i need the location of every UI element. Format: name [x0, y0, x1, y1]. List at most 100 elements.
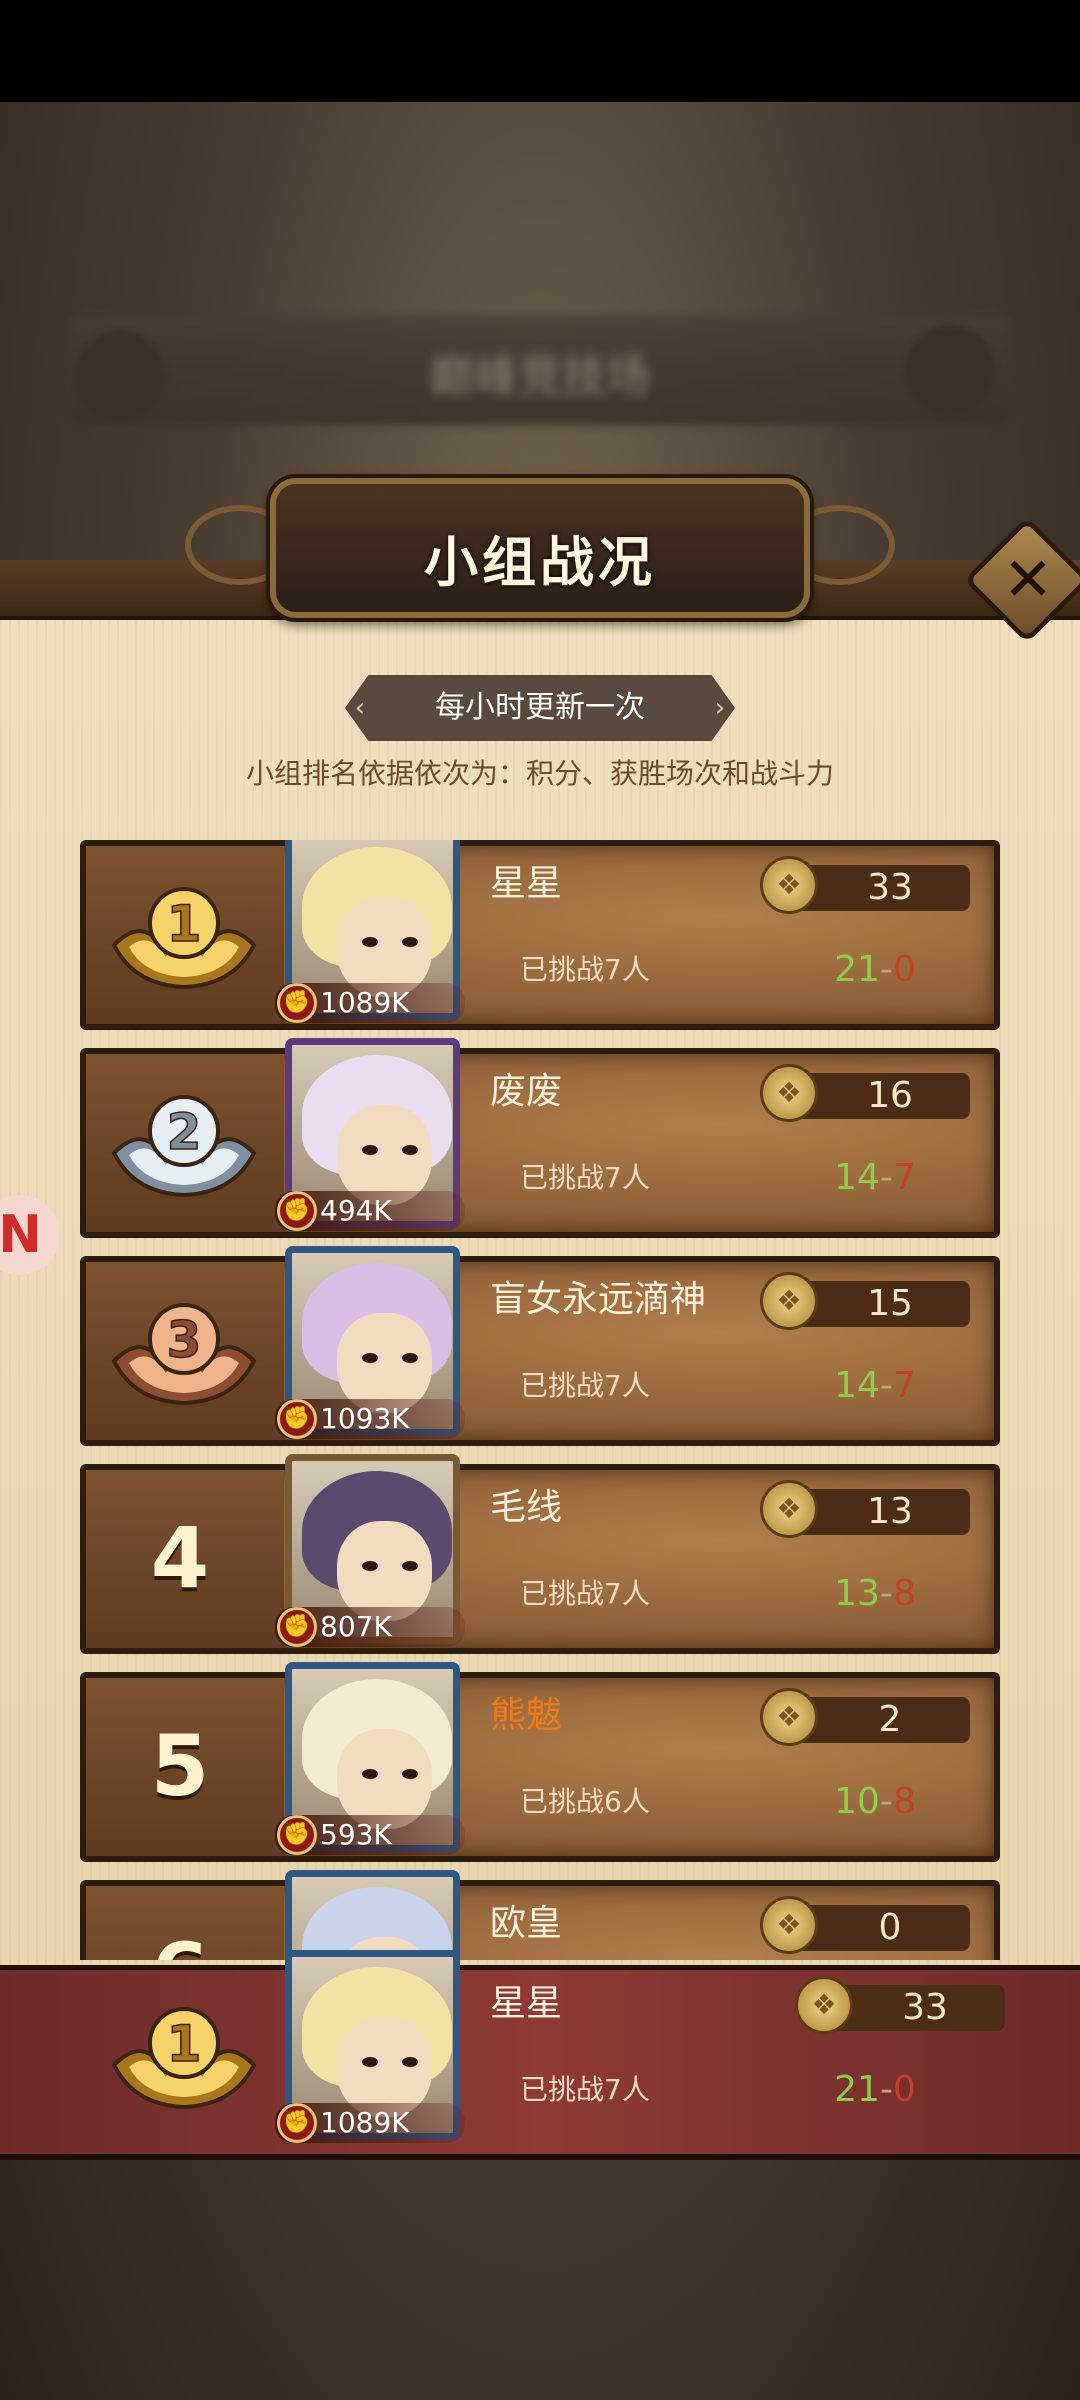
- bronze-medal-icon: 3: [104, 1291, 264, 1411]
- my-rank-row[interactable]: 1 ✊ 1089K 星星 ❖ 33 已挑战7人 21-0: [80, 1950, 1005, 2150]
- win-loss-record: 10-8: [780, 1777, 970, 1827]
- fist-icon: ✊: [277, 983, 317, 1023]
- player-name: 毛线: [490, 1487, 563, 1528]
- panel-title: 小组战况: [424, 531, 656, 594]
- losses: 8: [892, 1573, 916, 1614]
- avatar-face: [337, 2017, 432, 2117]
- avatar-eye: [362, 1561, 378, 1571]
- combat-power: 1089K: [320, 986, 410, 1019]
- avatar-eye: [402, 1561, 418, 1571]
- wins: 21: [834, 2069, 880, 2110]
- group-score: 15: [867, 1283, 913, 1324]
- player-name: 星星: [490, 863, 563, 904]
- group-score: 0: [878, 1907, 902, 1948]
- knot-emblem-icon: ❖: [760, 856, 818, 914]
- player-name: 欧皇: [490, 1903, 563, 1944]
- gold-medal-icon: 1: [104, 875, 264, 995]
- avatar-eye: [362, 1145, 378, 1155]
- wins: 14: [834, 1365, 880, 1406]
- avatar-eye: [362, 1769, 378, 1779]
- ranking-row[interactable]: 2 ✊ 494K 废废 ❖ 16 已挑战7人 14-7: [80, 1038, 1000, 1238]
- avatar-eye: [402, 2057, 418, 2067]
- knot-emblem-icon: ❖: [760, 1896, 818, 1954]
- player-avatar[interactable]: [285, 1870, 460, 1960]
- win-loss-record: 14-7: [780, 1361, 970, 1411]
- ranking-row[interactable]: 3 ✊ 1093K 盲女永远滴神 ❖ 15 已挑战7人 14-7: [80, 1246, 1000, 1446]
- avatar-eye: [362, 2057, 378, 2067]
- avatar-eye: [402, 937, 418, 947]
- fist-icon: ✊: [277, 1815, 317, 1855]
- challenged-count: 已挑战7人: [520, 953, 650, 986]
- medal-rank-number: 1: [167, 895, 202, 953]
- fist-icon: ✊: [277, 1399, 317, 1439]
- combat-power: 807K: [320, 1610, 392, 1643]
- fist-icon: ✊: [277, 1191, 317, 1231]
- avatar-eye: [402, 1769, 418, 1779]
- status-bar: [0, 0, 1080, 102]
- update-notice-text: 每小时更新一次: [435, 690, 645, 725]
- record-separator: -: [879, 2069, 893, 2110]
- avatar-face: [337, 1521, 432, 1621]
- losses: 8: [892, 1781, 916, 1822]
- win-loss-record: 21-0: [780, 2065, 970, 2115]
- my-rank-card[interactable]: 1 ✊ 1089K 星星 ❖ 33 已挑战7人 21-0: [80, 1950, 1005, 2150]
- rank-number: 5: [150, 1717, 210, 1815]
- knot-emblem-icon: ❖: [760, 1064, 818, 1122]
- wins: 14: [834, 1157, 880, 1198]
- win-loss-record: 14-7: [780, 1153, 970, 1203]
- medal-rank-number: 1: [167, 2015, 202, 2073]
- losses: 0: [892, 949, 916, 990]
- silver-medal-icon: 2: [104, 1083, 264, 1203]
- background-help-icon: [75, 330, 165, 420]
- win-loss-record: 13-8: [780, 1569, 970, 1619]
- avatar-eye: [402, 1353, 418, 1363]
- ranking-list[interactable]: 1 ✊ 1089K 星星 ❖ 33 已挑战7人 21-0 2 ✊ 494K 废废 ❖ 16 已挑战7人 14-…: [0, 840, 1080, 1960]
- knot-emblem-icon: ❖: [760, 1688, 818, 1746]
- medal-rank-number: 2: [167, 1103, 202, 1161]
- combat-power: 1089K: [320, 2106, 410, 2139]
- group-score: 33: [867, 867, 913, 908]
- group-score: 2: [878, 1699, 902, 1740]
- group-score: 13: [867, 1491, 913, 1532]
- medal-rank-number: 3: [167, 1311, 202, 1369]
- combat-power: 494K: [320, 1194, 392, 1227]
- avatar-face: [337, 1313, 432, 1413]
- avatar-eye: [362, 937, 378, 947]
- player-name: 星星: [490, 1983, 563, 2024]
- group-score: 16: [867, 1075, 913, 1116]
- losses: 7: [892, 1157, 916, 1198]
- background-settings-icon: [905, 325, 995, 415]
- rank-number: 4: [150, 1509, 210, 1607]
- record-separator: -: [879, 1365, 893, 1406]
- record-separator: -: [879, 1781, 893, 1822]
- combat-power: 593K: [320, 1818, 392, 1851]
- player-name: 熊魃: [490, 1695, 563, 1736]
- combat-power: 1093K: [320, 1402, 410, 1435]
- challenged-count: 已挑战6人: [520, 1785, 650, 1818]
- gold-medal-icon: 1: [104, 1995, 264, 2115]
- knot-emblem-icon: ❖: [760, 1480, 818, 1538]
- ranking-rule-text: 小组排名依据依次为：积分、获胜场次和战斗力: [245, 757, 834, 790]
- avatar-face: [337, 1729, 432, 1829]
- record-separator: -: [879, 1157, 893, 1198]
- knot-emblem-icon: ❖: [760, 1272, 818, 1330]
- record-separator: -: [879, 1573, 893, 1614]
- background-banner-text: 巅峰竞技场: [430, 351, 650, 402]
- wins: 21: [834, 949, 880, 990]
- fist-icon: ✊: [277, 2103, 317, 2143]
- challenged-count: 已挑战7人: [520, 1369, 650, 1402]
- ranking-row[interactable]: 4 ✊ 807K 毛线 ❖ 13 已挑战7人 13-8: [80, 1454, 1000, 1654]
- avatar-face: [337, 1105, 432, 1205]
- ranking-row[interactable]: 5 ✊ 593K 熊魃 ❖ 2 已挑战6人 10-8: [80, 1662, 1000, 1862]
- avatar-eye: [402, 1145, 418, 1155]
- ranking-row[interactable]: 1 ✊ 1089K 星星 ❖ 33 已挑战7人 21-0: [80, 840, 1000, 1030]
- wins: 10: [834, 1781, 880, 1822]
- challenged-count: 已挑战7人: [520, 1161, 650, 1194]
- challenged-count: 已挑战7人: [520, 1577, 650, 1610]
- fist-icon: ✊: [277, 1607, 317, 1647]
- wins: 13: [834, 1573, 880, 1614]
- losses: 0: [892, 2069, 916, 2110]
- close-icon[interactable]: ✕: [998, 548, 1058, 612]
- ranking-row[interactable]: 6 欧皇 ❖ 0: [80, 1870, 1000, 1960]
- player-name: 废废: [490, 1071, 563, 1112]
